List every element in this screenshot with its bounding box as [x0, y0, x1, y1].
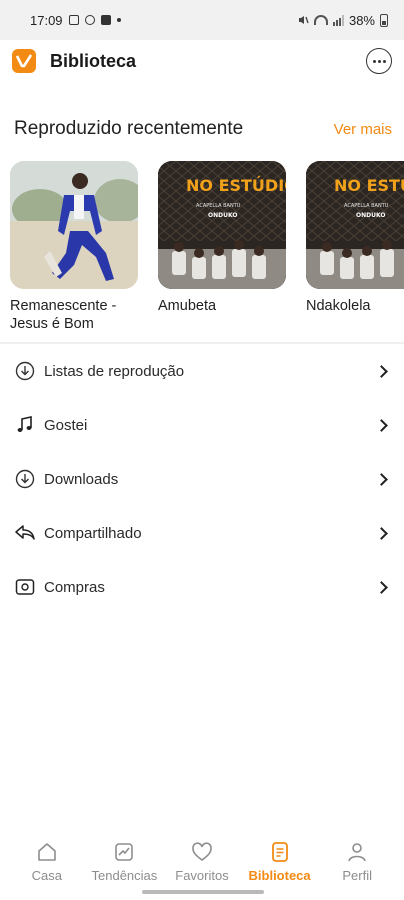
- chevron-right-icon: [375, 472, 388, 486]
- wifi-icon: [313, 15, 328, 25]
- recent-item[interactable]: Remanescente - Jesus é Bom: [10, 161, 138, 333]
- nav-profile[interactable]: Perfil: [318, 834, 396, 886]
- menu-item-shared[interactable]: Compartilhado: [0, 506, 404, 560]
- recent-item-label: Amubeta: [158, 298, 217, 314]
- page-title: Biblioteca: [50, 50, 137, 71]
- menu-label: Compras: [44, 578, 105, 596]
- status-right: 38%: [297, 13, 388, 28]
- nav-label: Tendências: [91, 868, 158, 883]
- app-logo-icon: [12, 49, 36, 73]
- cover-artist: ONDUKO: [208, 212, 237, 219]
- cover-subtitle: ACAPELLA BANTU: [196, 203, 241, 209]
- album-cover: NO ESTÚDIO ACAPELLA BANTU ONDUKO: [306, 161, 404, 289]
- nav-label: Biblioteca: [248, 868, 311, 883]
- chat-icon[interactable]: [366, 48, 392, 74]
- recent-item[interactable]: NO ESTÚDIO ACAPELLA BANTU ONDUKO Amubeta: [158, 161, 286, 315]
- heart-icon: [191, 840, 213, 864]
- battery-percent: 38%: [348, 12, 375, 28]
- cover-artist: ONDUKO: [356, 212, 385, 219]
- menu-item-liked[interactable]: Gostei: [0, 398, 404, 452]
- home-icon: [36, 840, 58, 864]
- cover-subtitle: ACAPELLA BANTU: [344, 203, 389, 209]
- signal-icon: [332, 14, 344, 26]
- download-circle-icon: [14, 360, 36, 382]
- library-menu: Listas de reprodução Gostei Downloads Co…: [0, 344, 404, 614]
- status-left: 17:09: [30, 13, 121, 28]
- bottom-nav: Casa Tendências Favoritos Biblioteca Per…: [0, 834, 404, 886]
- youtube-icon: [100, 15, 111, 25]
- recently-played-header: Reproduzido recentemente Ver mais: [14, 118, 392, 140]
- menu-label: Compartilhado: [44, 524, 142, 542]
- menu-item-purchases[interactable]: Compras: [0, 560, 404, 614]
- app-header: Biblioteca: [0, 40, 404, 82]
- chevron-right-icon: [375, 526, 388, 540]
- dot-icon: [116, 18, 121, 22]
- recent-item-label: Remanescente - Jesus é Bom: [10, 298, 117, 332]
- music-note-icon: [14, 414, 36, 436]
- download-circle-icon: [14, 468, 36, 490]
- nav-home[interactable]: Casa: [8, 834, 86, 886]
- menu-item-downloads[interactable]: Downloads: [0, 452, 404, 506]
- album-cover: [10, 161, 138, 289]
- chevron-right-icon: [375, 364, 388, 378]
- section-title: Reproduzido recentemente: [14, 118, 244, 139]
- profile-icon: [346, 840, 368, 864]
- menu-item-playlists[interactable]: Listas de reprodução: [0, 344, 404, 398]
- nav-trending[interactable]: Tendências: [86, 834, 164, 886]
- home-indicator[interactable]: [142, 890, 264, 894]
- mute-icon: [298, 16, 309, 24]
- nav-library[interactable]: Biblioteca: [241, 834, 319, 886]
- purchase-icon: [14, 576, 36, 598]
- see-more-link[interactable]: Ver mais: [334, 121, 392, 138]
- cover-title: NO ESTÚDIO: [334, 176, 404, 195]
- share-arrow-icon: [14, 522, 36, 544]
- chevron-right-icon: [375, 580, 388, 594]
- nav-favorites[interactable]: Favoritos: [163, 834, 241, 886]
- nav-label: Favoritos: [175, 868, 229, 883]
- gallery-icon: [68, 15, 79, 25]
- cover-title: NO ESTÚDIO: [186, 176, 286, 195]
- status-time: 17:09: [30, 12, 63, 28]
- trending-icon: [113, 840, 135, 864]
- recent-item-label: Ndakolela: [306, 298, 371, 314]
- recent-item[interactable]: NO ESTÚDIO ACAPELLA BANTU ONDUKO Ndakole…: [306, 161, 404, 315]
- menu-label: Listas de reprodução: [44, 362, 185, 380]
- battery-icon: [380, 13, 388, 27]
- library-icon: [269, 840, 291, 864]
- menu-label: Downloads: [44, 470, 119, 488]
- album-cover: NO ESTÚDIO ACAPELLA BANTU ONDUKO: [158, 161, 286, 289]
- status-bar: 17:09 38%: [0, 0, 404, 40]
- menu-label: Gostei: [44, 416, 88, 434]
- nav-label: Perfil: [342, 868, 372, 883]
- sync-icon: [84, 15, 95, 25]
- nav-label: Casa: [31, 868, 62, 883]
- chevron-right-icon: [375, 418, 388, 432]
- recent-carousel: Remanescente - Jesus é Bom NO ESTÚDIO AC…: [10, 161, 404, 341]
